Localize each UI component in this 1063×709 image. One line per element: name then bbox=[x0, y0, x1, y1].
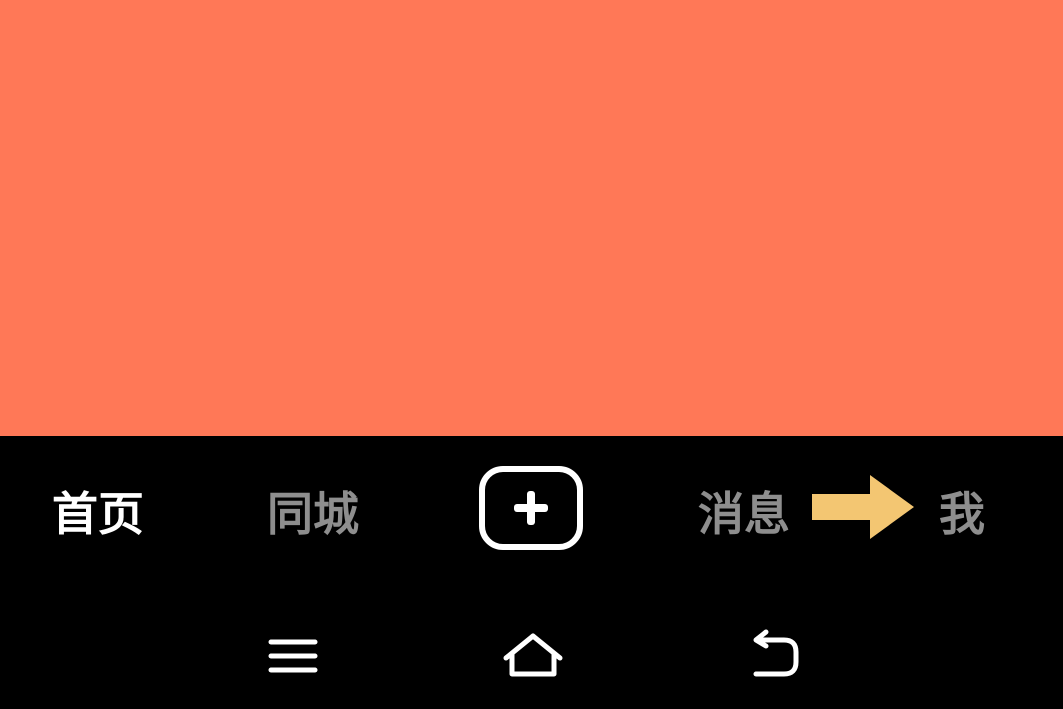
plus-square-icon bbox=[514, 491, 548, 525]
content-area[interactable] bbox=[0, 0, 1063, 436]
menu-icon bbox=[268, 639, 318, 673]
back-icon bbox=[753, 629, 799, 677]
app-screen: 首页 同城 消息 我 bbox=[0, 0, 1063, 709]
back-button[interactable] bbox=[740, 624, 810, 684]
system-nav-bar bbox=[0, 596, 1063, 709]
home-button[interactable] bbox=[498, 624, 568, 684]
tab-home[interactable]: 首页 bbox=[52, 486, 144, 542]
bottom-tab-bar: 首页 同城 消息 我 bbox=[0, 436, 1063, 596]
tab-me[interactable]: 我 bbox=[939, 486, 985, 542]
create-post-button[interactable] bbox=[479, 466, 583, 550]
menu-button[interactable] bbox=[258, 624, 328, 684]
tab-messages[interactable]: 消息 bbox=[698, 486, 790, 542]
tab-nearby[interactable]: 同城 bbox=[267, 486, 359, 542]
pointer-arrow-icon bbox=[812, 475, 914, 539]
home-icon bbox=[503, 633, 563, 677]
